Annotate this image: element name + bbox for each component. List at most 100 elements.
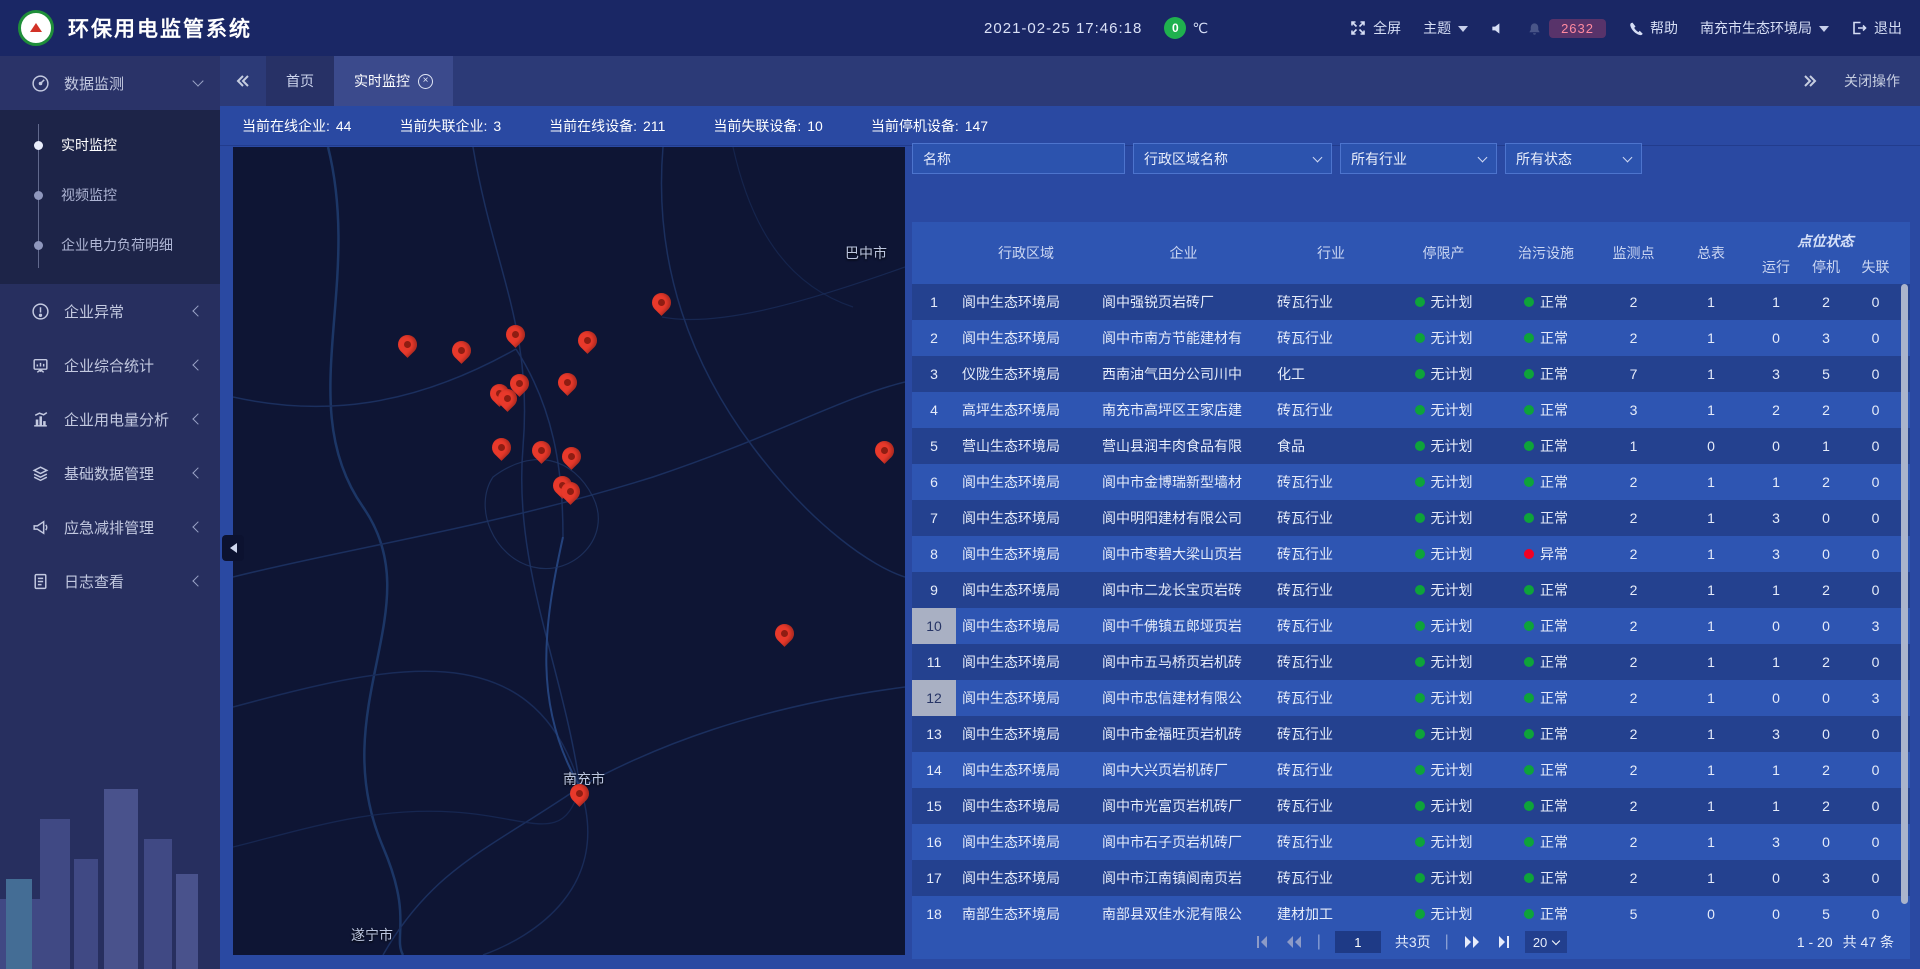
chevron-down-icon (1552, 937, 1560, 945)
page-number-input[interactable] (1335, 931, 1381, 953)
stat-label: 当前失联设备: (713, 116, 801, 136)
table-row[interactable]: 11阆中生态环境局阆中市五马桥页岩机砖砖瓦行业无计划正常21120 (912, 644, 1910, 680)
table-row[interactable]: 18南部生态环境局南部县双佳水泥有限公建材加工无计划正常50050 (912, 896, 1910, 925)
tab-realtime-monitor[interactable]: 实时监控 × (334, 56, 453, 106)
table-row[interactable]: 5营山生态环境局营山县润丰肉食品有限食品无计划正常10010 (912, 428, 1910, 464)
next-page-button[interactable] (1463, 935, 1481, 949)
table-row[interactable]: 8阆中生态环境局阆中市枣碧大梁山页岩砖瓦行业无计划异常21300 (912, 536, 1910, 572)
production-limit-cell: 无计划 (1391, 788, 1496, 824)
gauge-icon (30, 73, 50, 93)
stopped-cell: 2 (1801, 788, 1851, 824)
sidebar-item-1[interactable]: 企业异常 (0, 284, 220, 338)
company-cell: 阆中明阳建材有限公司 (1096, 500, 1271, 536)
fullscreen-button[interactable]: 全屏 (1350, 18, 1401, 38)
status-dot-green (1415, 729, 1425, 739)
sidebar-item-label: 企业异常 (64, 301, 194, 322)
company-cell: 阆中市江南镇阆南页岩 (1096, 860, 1271, 896)
tabs-scroll-left-button[interactable] (220, 56, 266, 106)
close-operations-button[interactable]: 关闭操作 (1844, 71, 1900, 91)
status-dot-green (1524, 873, 1534, 883)
table-row[interactable]: 15阆中生态环境局阆中市光富页岩机砖厂砖瓦行业无计划正常21120 (912, 788, 1910, 824)
sidebar-item-2[interactable]: 企业综合统计 (0, 338, 220, 392)
status-filter-select[interactable]: 所有状态 (1505, 143, 1642, 174)
sidebar-item-3[interactable]: 企业用电量分析 (0, 392, 220, 446)
sidebar-item-label: 数据监测 (64, 73, 194, 94)
sound-toggle-button[interactable] (1490, 21, 1505, 36)
vertical-scrollbar[interactable] (1901, 284, 1908, 904)
table-row[interactable]: 10阆中生态环境局阆中千佛镇五郎垭页岩砖瓦行业无计划正常21003 (912, 608, 1910, 644)
production-limit-cell: 无计划 (1391, 680, 1496, 716)
monitor-points-cell: 2 (1596, 788, 1671, 824)
status-dot-green (1524, 297, 1534, 307)
industry-cell: 砖瓦行业 (1271, 536, 1391, 572)
name-filter-field[interactable] (912, 143, 1125, 174)
name-filter-input[interactable] (923, 151, 1114, 167)
sidebar-subitem-0-1[interactable]: 视频监控 (0, 170, 220, 220)
sidebar-item-6[interactable]: 日志查看 (0, 554, 220, 608)
table-row[interactable]: 4高坪生态环境局南充市高坪区王家店建砖瓦行业无计划正常31220 (912, 392, 1910, 428)
offline-cell: 3 (1851, 608, 1900, 644)
help-button[interactable]: 帮助 (1628, 18, 1678, 38)
speaker-icon (1490, 21, 1505, 36)
stopped-cell: 2 (1801, 392, 1851, 428)
production-limit-label: 无计划 (1431, 616, 1473, 636)
sidebar-subitem-0-2[interactable]: 企业电力负荷明细 (0, 220, 220, 270)
table-row[interactable]: 12阆中生态环境局阆中市忠信建材有限公砖瓦行业无计划正常21003 (912, 680, 1910, 716)
last-page-button[interactable] (1495, 935, 1511, 949)
table-row[interactable]: 6阆中生态环境局阆中市金博瑞新型墙材砖瓦行业无计划正常21120 (912, 464, 1910, 500)
notifications-button[interactable]: 2632 (1527, 19, 1606, 38)
table-row[interactable]: 2阆中生态环境局阆中市南方节能建材有砖瓦行业无计划正常21030 (912, 320, 1910, 356)
sidebar-item-5[interactable]: 应急减排管理 (0, 500, 220, 554)
status-dot-green (1524, 369, 1534, 379)
table-row[interactable]: 14阆中生态环境局阆中大兴页岩机砖厂砖瓦行业无计划正常21120 (912, 752, 1910, 788)
production-limit-cell: 无计划 (1391, 644, 1496, 680)
total-meter-cell: 1 (1671, 716, 1751, 752)
first-page-button[interactable] (1255, 935, 1271, 949)
org-dropdown[interactable]: 南充市生态环境局 (1700, 18, 1829, 38)
stopped-cell: 5 (1801, 896, 1851, 925)
stat-item-0: 当前在线企业:44 (242, 116, 351, 136)
map-city-label-2: 遂宁市 (351, 925, 393, 945)
industry-cell: 砖瓦行业 (1271, 788, 1391, 824)
table-row[interactable]: 7阆中生态环境局阆中明阳建材有限公司砖瓦行业无计划正常21300 (912, 500, 1910, 536)
table-row[interactable]: 1阆中生态环境局阆中强锐页岩砖厂砖瓦行业无计划正常21120 (912, 284, 1910, 320)
sidebar-item-4[interactable]: 基础数据管理 (0, 446, 220, 500)
production-limit-label: 无计划 (1431, 400, 1473, 420)
company-cell: 阆中市金福旺页岩机砖 (1096, 716, 1271, 752)
column-header-company: 企业 (1096, 222, 1271, 284)
table-row[interactable]: 17阆中生态环境局阆中市江南镇阆南页岩砖瓦行业无计划正常21030 (912, 860, 1910, 896)
page-size-select[interactable]: 20 (1525, 931, 1567, 953)
industry-filter-select[interactable]: 所有行业 (1340, 143, 1497, 174)
tab-close-icon[interactable]: × (418, 74, 433, 89)
stat-item-1: 当前失联企业:3 (399, 116, 501, 136)
prev-page-button[interactable] (1285, 935, 1303, 949)
production-limit-label: 无计划 (1431, 580, 1473, 600)
map-collapse-handle[interactable] (222, 535, 244, 561)
region-cell: 仪陇生态环境局 (956, 356, 1096, 392)
tab-bar: 首页 实时监控 × 关闭操作 (220, 56, 1920, 106)
pollution-facility-label: 正常 (1540, 436, 1568, 456)
table-row[interactable]: 16阆中生态环境局阆中市石子页岩机砖厂砖瓦行业无计划正常21300 (912, 824, 1910, 860)
chevron-down-icon (1819, 26, 1829, 32)
industry-cell: 化工 (1271, 356, 1391, 392)
table-row[interactable]: 3仪陇生态环境局西南油气田分公司川中化工无计划正常71350 (912, 356, 1910, 392)
map-panel[interactable]: 巴中市南充市遂宁市 (233, 147, 905, 955)
column-header-num (912, 222, 956, 284)
offline-cell: 0 (1851, 500, 1900, 536)
sidebar-subitem-0-0[interactable]: 实时监控 (0, 120, 220, 170)
region-filter-select[interactable]: 行政区域名称 (1133, 143, 1332, 174)
stat-value: 211 (643, 118, 665, 134)
tabs-scroll-right-button[interactable] (1802, 73, 1818, 89)
table-row[interactable]: 13阆中生态环境局阆中市金福旺页岩机砖砖瓦行业无计划正常21300 (912, 716, 1910, 752)
table-row[interactable]: 9阆中生态环境局阆中市二龙长宝页岩砖砖瓦行业无计划正常21120 (912, 572, 1910, 608)
pollution-facility-label: 正常 (1540, 400, 1568, 420)
bar-chart-icon (30, 409, 50, 429)
alert-circle-icon (30, 301, 50, 321)
sidebar-item-0[interactable]: 数据监测 (0, 56, 220, 110)
production-limit-label: 无计划 (1431, 544, 1473, 564)
table-body: 1阆中生态环境局阆中强锐页岩砖厂砖瓦行业无计划正常211202阆中生态环境局阆中… (912, 284, 1910, 925)
theme-dropdown[interactable]: 主题 (1423, 18, 1468, 38)
production-limit-cell: 无计划 (1391, 824, 1496, 860)
logout-button[interactable]: 退出 (1851, 18, 1902, 38)
tab-home[interactable]: 首页 (266, 56, 334, 106)
